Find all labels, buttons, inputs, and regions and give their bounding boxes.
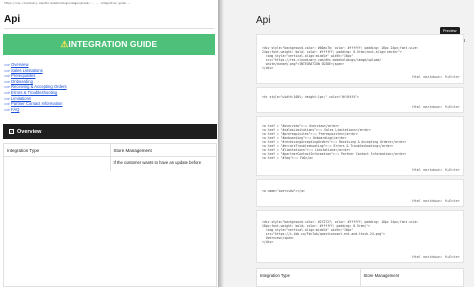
checkbox-icon: ✓ (9, 129, 14, 134)
banner-label: INTEGRATION GUIDE (68, 39, 158, 49)
arrow-right-icon: ⟹ (4, 106, 11, 112)
table-header-cell: Integration Type (4, 144, 111, 156)
overview-title: Overview (17, 128, 42, 135)
table-header-cell: Store Management (113, 147, 152, 153)
markdown-hint: Html markdown: ⌘+Enter (412, 255, 460, 259)
table-cell (4, 157, 111, 171)
code-text[interactable]: <hr style="width:100%; height:1px;" colo… (262, 95, 359, 99)
toc-link-faq[interactable]: ⟹FAQ (4, 107, 216, 113)
code-block[interactable] (256, 87, 464, 113)
integration-guide-banner: ⚠INTEGRATION GUIDE (3, 34, 215, 55)
code-text[interactable]: <a name="overview"></a> (262, 189, 305, 193)
overview-table: Integration Type Store Management If the… (3, 143, 217, 287)
code-text[interactable]: <a href = "#overview">⟹ Overview</a><br>… (262, 124, 406, 160)
markdown-hint: Html markdown: ⌘+Enter (412, 105, 460, 109)
table-row: If the customer wants to have an update … (4, 157, 216, 171)
banner-title: ⚠INTEGRATION GUIDE (61, 39, 158, 50)
code-text[interactable]: <div style="background-color: #00ac7b; c… (262, 46, 418, 70)
table-header-row: Integration Type Store Management (4, 144, 216, 157)
page-title: Api (4, 14, 21, 25)
table-header-cell: Store Management (363, 273, 400, 278)
markdown-hint: Html markdown: ⌘+Enter (412, 199, 460, 203)
overview-header: ✓ Overview (3, 124, 217, 139)
divider (4, 28, 214, 29)
editor-table: Integration Type Store Management (256, 268, 464, 287)
markdown-hint: Html markdown: ⌘+Enter (412, 75, 460, 79)
code-text[interactable]: <div style="background-color: #272727; c… (262, 220, 418, 244)
table-header-cell: Integration Type (257, 269, 361, 286)
editor-title: Api (256, 15, 271, 26)
preview-pane: https://res.cloudinary.com/dhc-mokeholdi… (0, 0, 218, 287)
editor-pane: Api Preview 👁 ⧉ <div style="background-c… (224, 0, 474, 287)
source-url-text: https://res.cloudinary.com/dhc-mokeholdi… (4, 2, 131, 5)
markdown-hint: Html markdown: ⌘+Enter (412, 168, 460, 172)
table-cell: If the customer wants to have an update … (113, 160, 202, 165)
table-of-contents: ⟹Overview ⟹Sales Limitations ⟹Prerequisi… (4, 62, 216, 112)
